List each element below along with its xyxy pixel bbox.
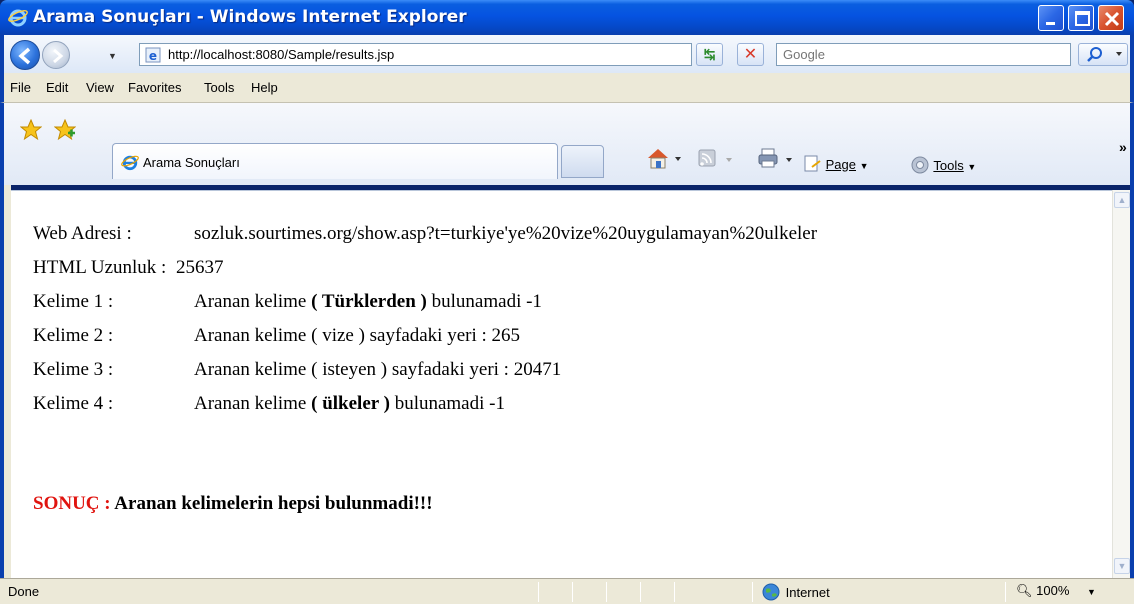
- page-icon: e: [145, 47, 161, 63]
- security-zone[interactable]: Internet: [762, 583, 830, 601]
- maximize-button[interactable]: [1068, 5, 1094, 31]
- address-toolbar: ▼ e http://localhost:8080/Sample/results…: [0, 35, 1134, 73]
- status-divider: [572, 582, 573, 602]
- menu-favorites[interactable]: Favorites: [128, 80, 181, 95]
- menu-tools[interactable]: Tools: [204, 80, 234, 95]
- row-label: Kelime 3 :: [33, 359, 114, 380]
- window-title: Arama Sonuçları - Windows Internet Explo…: [33, 7, 467, 27]
- status-divider: [674, 582, 675, 602]
- row-value-keyword: ( Türklerden ): [311, 291, 427, 312]
- zoom-control[interactable]: 🔍︎ 100% ▼: [1016, 583, 1096, 599]
- result-summary: SONUÇ : Aranan kelimelerin hepsi bulunma…: [33, 493, 433, 515]
- home-icon[interactable]: [646, 147, 686, 171]
- menu-view[interactable]: View: [86, 80, 114, 95]
- row-label: Kelime 4 :: [33, 393, 114, 414]
- row-value: Aranan kelime ( isteyen ) sayfadaki yeri…: [194, 359, 562, 380]
- row-label: HTML Uzunluk :: [33, 257, 167, 278]
- svg-text:e: e: [149, 49, 157, 63]
- zoom-icon: 🔍︎: [1016, 583, 1033, 598]
- search-field[interactable]: [776, 43, 1071, 66]
- tools-menu[interactable]: Tools ▼: [910, 155, 976, 175]
- arrow-right-icon: [53, 48, 64, 64]
- stop-icon: ✕: [743, 46, 758, 63]
- feeds-icon[interactable]: [698, 149, 738, 169]
- menu-edit[interactable]: Edit: [46, 80, 68, 95]
- minimize-button[interactable]: [1038, 5, 1064, 31]
- status-divider: [640, 582, 641, 602]
- gear-icon: [911, 156, 929, 174]
- browser-window: Arama Sonuçları - Windows Internet Explo…: [0, 0, 1134, 604]
- status-divider: [752, 582, 753, 602]
- search-icon: [1087, 47, 1122, 62]
- tab-active[interactable]: Arama Sonuçları: [112, 143, 558, 179]
- row-value-keyword: ( ülkeler ): [311, 393, 390, 414]
- row-label: Web Adresi :: [33, 223, 132, 244]
- close-icon: [1104, 11, 1120, 27]
- row-value: 25637: [176, 257, 224, 278]
- zoom-level: 100%: [1036, 583, 1070, 598]
- minimize-icon: [1046, 22, 1055, 25]
- status-bar: Done Internet 🔍︎ 100% ▼: [0, 578, 1134, 604]
- history-dropdown-icon[interactable]: ▼: [108, 51, 117, 61]
- row-label: Kelime 2 :: [33, 325, 114, 346]
- tools-menu-label: Tools: [933, 158, 964, 173]
- address-field[interactable]: e http://localhost:8080/Sample/results.j…: [139, 43, 821, 66]
- status-text: Done: [8, 584, 40, 599]
- arrow-left-icon: [18, 47, 31, 65]
- internet-explorer-icon: [121, 155, 139, 171]
- menu-help[interactable]: Help: [251, 80, 278, 95]
- refresh-button[interactable]: ↹: [696, 43, 723, 66]
- favorites-center-icon[interactable]: [20, 119, 42, 141]
- row-value: sozluk.sourtimes.org/show.asp?t=turkiye'…: [194, 223, 818, 244]
- page-icon: [804, 155, 821, 172]
- vertical-scrollbar[interactable]: ▲ ▼: [1112, 190, 1130, 578]
- result-text: Aranan kelimelerin hepsi bulunmadi!!!: [114, 493, 433, 514]
- row-value-prefix: Aranan kelime: [194, 393, 312, 414]
- globe-icon: [762, 583, 780, 601]
- row-label: Kelime 1 :: [33, 291, 114, 312]
- menu-bar: File Edit View Favorites Tools Help: [0, 73, 1134, 103]
- new-tab-button[interactable]: [561, 145, 604, 178]
- internet-explorer-icon: [8, 9, 28, 27]
- window-frame-right: [1130, 185, 1134, 578]
- row-value-suffix: bulunamadi -1: [426, 291, 542, 312]
- close-button[interactable]: [1098, 5, 1124, 31]
- tab-title: Arama Sonuçları: [143, 155, 240, 170]
- result-label: SONUÇ :: [33, 493, 111, 514]
- scroll-up-button[interactable]: ▲: [1114, 192, 1130, 208]
- back-button[interactable]: [10, 40, 40, 70]
- row-value: Aranan kelime ( ülkeler ) bulunamadi -1: [194, 393, 505, 415]
- title-bar: Arama Sonuçları - Windows Internet Explo…: [0, 0, 1134, 35]
- page-menu[interactable]: Page ▼: [804, 155, 869, 173]
- window-frame-left: [0, 185, 11, 578]
- tab-bar: Arama Sonuçları Page ▼ Tools ▼ »: [0, 103, 1134, 185]
- stop-button[interactable]: ✕: [737, 43, 764, 66]
- search-button[interactable]: [1078, 43, 1128, 66]
- row-value: Aranan kelime ( Türklerden ) bulunamadi …: [194, 291, 542, 313]
- chevron-down-icon: ▼: [1087, 587, 1096, 597]
- refresh-icon: ↹: [703, 46, 716, 62]
- status-divider: [538, 582, 539, 602]
- row-value-prefix: Aranan kelime: [194, 291, 312, 312]
- status-divider: [1005, 582, 1006, 602]
- row-value-suffix: bulunamadi -1: [389, 393, 505, 414]
- scroll-down-button[interactable]: ▼: [1114, 558, 1130, 574]
- search-input[interactable]: [777, 44, 1070, 65]
- status-divider: [606, 582, 607, 602]
- row-value: Aranan kelime ( vize ) sayfadaki yeri : …: [194, 325, 521, 346]
- zone-label: Internet: [785, 585, 830, 600]
- add-favorite-icon[interactable]: [54, 119, 76, 141]
- url-text: http://localhost:8080/Sample/results.jsp: [168, 47, 395, 62]
- chevron-down-icon: ▼: [967, 162, 977, 172]
- more-commands-icon[interactable]: »: [1119, 139, 1127, 155]
- print-icon[interactable]: [758, 148, 798, 170]
- chevron-down-icon: ▼: [859, 161, 869, 171]
- page-content: Web Adresi : sozluk.sourtimes.org/show.a…: [11, 190, 1112, 578]
- page-menu-label: Page: [825, 157, 856, 172]
- menu-file[interactable]: File: [10, 80, 31, 95]
- maximize-icon: [1075, 11, 1090, 26]
- forward-button[interactable]: [42, 41, 70, 69]
